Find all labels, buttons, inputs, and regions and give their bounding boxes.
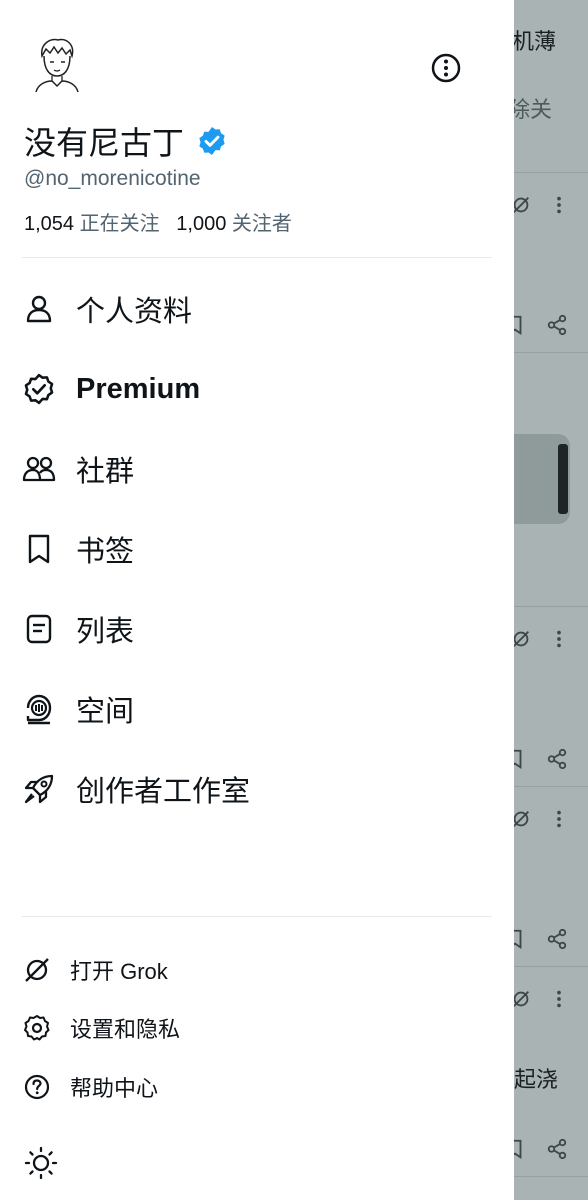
nav-item-label: 空间 (76, 696, 135, 728)
menu-item-label: 打开 Grok (70, 959, 168, 984)
nav-item-communities[interactable]: 社群 (22, 444, 134, 494)
timeline-text: 机薄 (514, 29, 557, 54)
timeline-text: 起浇 (514, 1067, 559, 1092)
bookmark-icon[interactable] (514, 314, 526, 336)
follow-stats: 1,054 正在关注 1,000 关注者 (24, 207, 292, 236)
verified-badge-icon (199, 127, 225, 155)
followers-link[interactable]: 1,000 关注者 (176, 213, 292, 235)
more-options-icon[interactable] (430, 52, 462, 84)
nav-item-label: 列表 (76, 616, 135, 648)
profile-name: 没有尼古丁 (24, 125, 185, 161)
communities-icon (22, 456, 56, 482)
menu-item-label: 帮助中心 (70, 1076, 159, 1101)
nav-item-premium[interactable]: Premium (22, 364, 200, 414)
theme-toggle-icon[interactable] (24, 1146, 58, 1180)
person-icon (26, 295, 52, 323)
menu-item-settings[interactable]: 设置和隐私 (22, 1010, 180, 1046)
more-icon[interactable] (548, 808, 570, 830)
background-timeline[interactable]: 机薄 除关 起浇 (514, 0, 588, 1200)
more-icon[interactable] (548, 194, 570, 216)
following-count: 1,054 (24, 213, 75, 235)
help-icon (24, 1074, 50, 1100)
nav-item-spaces[interactable]: 空间 (22, 684, 134, 734)
followers-count: 1,000 (176, 213, 227, 235)
grok-icon (25, 958, 49, 982)
nav-item-label: 书签 (76, 536, 135, 568)
nav-item-lists[interactable]: 列表 (22, 604, 134, 654)
timeline-divider (514, 606, 588, 607)
grok-icon[interactable] (514, 194, 532, 216)
spaces-icon (26, 694, 52, 725)
nav-item-bookmarks[interactable]: 书签 (22, 524, 134, 574)
media-card[interactable] (514, 434, 570, 524)
nav-item-label: 创作者工作室 (76, 776, 251, 808)
grok-icon[interactable] (514, 808, 532, 830)
list-icon (26, 614, 52, 644)
menu-item-help[interactable]: 帮助中心 (22, 1069, 158, 1105)
share-icon[interactable] (546, 314, 568, 336)
nav-item-label: 社群 (76, 456, 135, 488)
timeline-text: 除关 (514, 97, 553, 122)
side-drawer: 没有尼古丁 @no_morenicotine 1,054 正在关注 1,000 … (0, 0, 514, 1200)
grok-icon[interactable] (514, 628, 532, 650)
divider (22, 257, 492, 258)
bookmark-icon[interactable] (514, 928, 526, 950)
premium-icon (24, 373, 54, 405)
timeline-divider (514, 1176, 588, 1177)
following-link[interactable]: 1,054 正在关注 (24, 213, 160, 235)
menu-item-label: 设置和隐私 (70, 1017, 181, 1042)
divider (22, 916, 492, 917)
bookmark-icon (28, 534, 50, 564)
timeline-divider (514, 966, 588, 967)
share-icon[interactable] (546, 748, 568, 770)
timeline-divider (514, 786, 588, 787)
profile-handle: @no_morenicotine (24, 167, 201, 190)
more-icon[interactable] (548, 988, 570, 1010)
more-icon[interactable] (548, 628, 570, 650)
followers-label: 关注者 (231, 213, 292, 235)
timeline-divider (514, 172, 588, 173)
avatar[interactable] (26, 32, 88, 94)
profile-name-row[interactable]: 没有尼古丁 (24, 118, 228, 164)
nav-item-label: Premium (76, 372, 201, 405)
gear-icon (24, 1015, 50, 1041)
share-icon[interactable] (546, 928, 568, 950)
nav-item-profile[interactable]: 个人资料 (22, 284, 192, 334)
bookmark-icon[interactable] (514, 1138, 526, 1160)
bookmark-icon[interactable] (514, 748, 526, 770)
grok-icon[interactable] (514, 988, 532, 1010)
timeline-divider (514, 352, 588, 353)
rocket-icon (24, 774, 54, 804)
nav-item-label: 个人资料 (76, 296, 193, 328)
nav-item-creator-studio[interactable]: 创作者工作室 (22, 764, 250, 814)
share-icon[interactable] (546, 1138, 568, 1160)
menu-item-open-grok[interactable]: 打开 Grok (22, 952, 168, 988)
following-label: 正在关注 (79, 213, 160, 235)
